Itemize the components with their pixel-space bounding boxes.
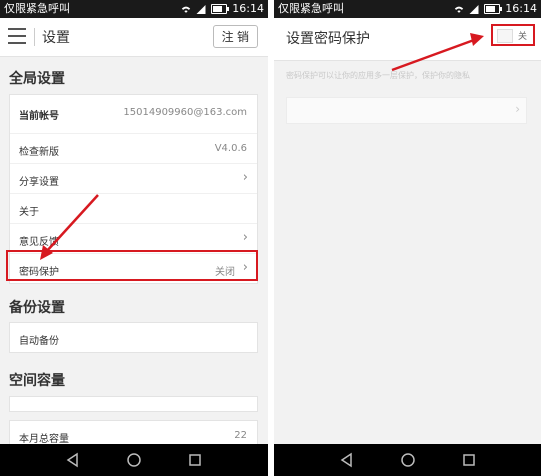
nav-bar: [0, 444, 268, 476]
recents-icon[interactable]: [461, 452, 477, 468]
recents-icon[interactable]: [187, 452, 203, 468]
home-icon[interactable]: [400, 452, 416, 468]
pointer-arrow: [391, 33, 484, 72]
home-icon[interactable]: [126, 452, 142, 468]
settings-screen: 仅限紧急呼叫 16:14 设置 注 销 全局设置 当前帐号 1501490996…: [0, 0, 268, 476]
pointer-arrow: [40, 194, 99, 260]
password-protection-screen: 仅限紧急呼叫 16:14 设置密码保护 关 密码保护可以让你的应用多一层保护，保…: [274, 0, 541, 476]
nav-bar: [274, 444, 541, 476]
back-icon[interactable]: [339, 452, 355, 468]
back-icon[interactable]: [65, 452, 81, 468]
